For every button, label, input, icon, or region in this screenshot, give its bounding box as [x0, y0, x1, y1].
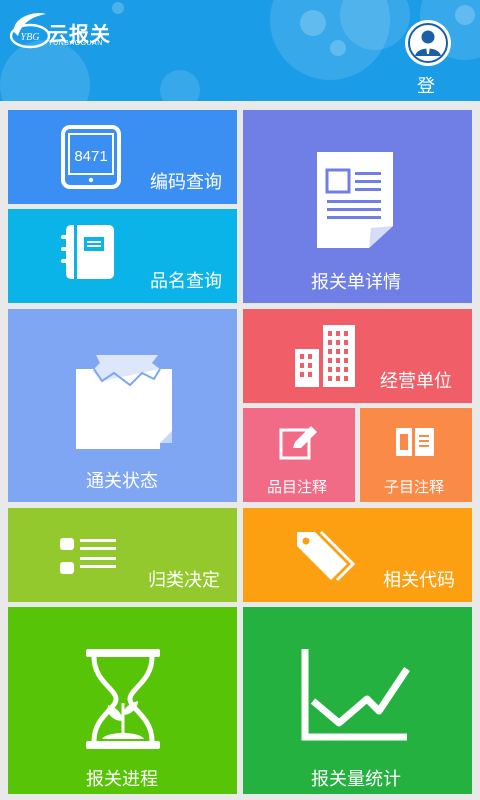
svg-text:YBG: YBG [21, 32, 40, 43]
hourglass-icon [86, 649, 160, 749]
tile-progress-label: 报关进程 [86, 769, 158, 790]
tile-item-notes[interactable]: 品目注释 [243, 408, 355, 502]
tags-icon [297, 530, 355, 582]
header-bubble [455, 5, 475, 25]
tile-progress[interactable]: 报关进程 [8, 607, 237, 794]
tile-subitem-notes[interactable]: 子目注释 [360, 408, 472, 502]
tile-code-query[interactable]: 8471 编码查询 [8, 110, 237, 204]
tile-name-query-label: 品名查询 [150, 271, 222, 292]
svg-text:8471: 8471 [74, 148, 107, 165]
tile-classification-label: 归类决定 [148, 570, 220, 591]
tile-statistics-label: 报关量统计 [311, 769, 401, 790]
tile-item-notes-label: 品目注释 [267, 478, 328, 496]
login-button[interactable]: 登 录 [403, 20, 455, 98]
tile-clearance-status-label: 通关状态 [86, 471, 158, 492]
buildings-icon [295, 325, 355, 387]
list-icon [60, 538, 116, 574]
tablet-icon: 8471 [61, 125, 121, 189]
tile-business-unit-label: 经营单位 [380, 371, 452, 392]
tile-code-query-label: 编码查询 [150, 172, 222, 193]
header-bubble [330, 40, 346, 56]
tile-related-codes[interactable]: 相关代码 [243, 508, 472, 602]
book-icon [396, 428, 434, 456]
header-bubble [300, 10, 326, 36]
tile-name-query[interactable]: 品名查询 [8, 209, 237, 303]
open-box-icon [76, 355, 172, 449]
tile-statistics[interactable]: 报关量统计 [243, 607, 472, 794]
line-chart-icon [301, 649, 410, 741]
tile-business-unit[interactable]: 经营单位 [243, 309, 472, 403]
user-avatar-icon [405, 20, 451, 66]
document-icon [317, 152, 393, 248]
tile-clearance-status[interactable]: 通关状态 [8, 309, 237, 502]
tile-classification[interactable]: 归类决定 [8, 508, 237, 602]
tile-related-codes-label: 相关代码 [383, 570, 455, 591]
edit-icon [279, 426, 317, 460]
app-header: YBG 云报关 YUNBAOGUAN 登 录 [0, 0, 480, 101]
tile-declaration-detail[interactable]: 报关单详情 [243, 110, 472, 303]
notebook-icon [61, 225, 114, 279]
app-subtitle: YUNBAOGUAN [48, 40, 103, 47]
login-label: 登 录 [417, 76, 441, 97]
header-bubble [160, 70, 200, 101]
tile-declaration-detail-label: 报关单详情 [311, 272, 401, 293]
logo-mark-icon: YBG [9, 12, 51, 49]
tile-subitem-notes-label: 子目注释 [384, 478, 445, 496]
